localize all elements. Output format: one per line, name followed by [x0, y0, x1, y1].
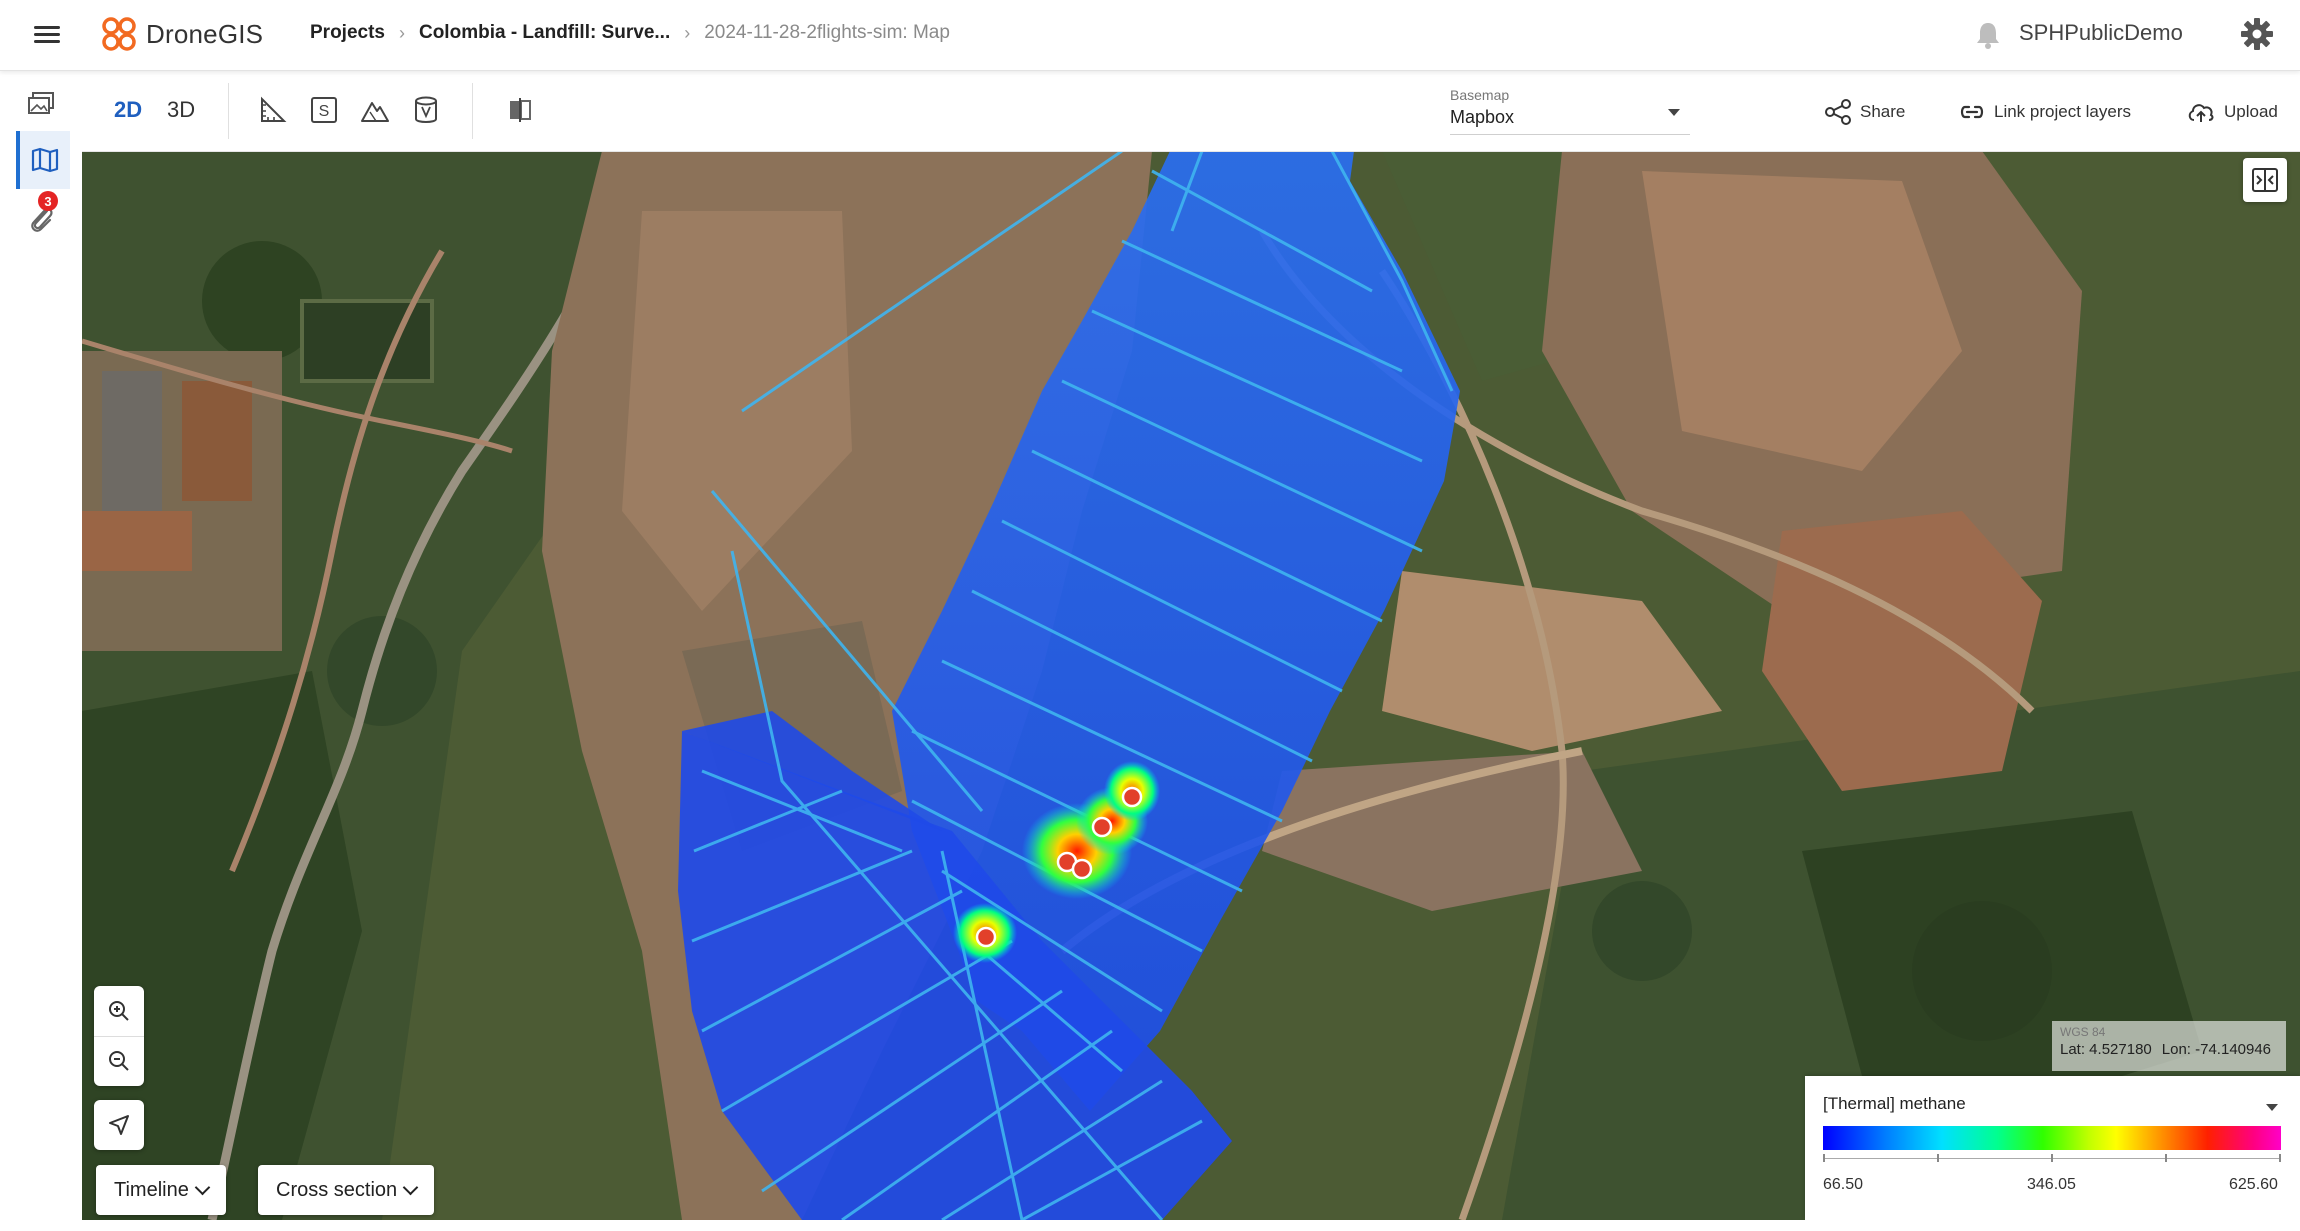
legend-tick	[1937, 1154, 1939, 1162]
link-icon	[1960, 105, 1984, 119]
chevron-down-icon	[1668, 109, 1680, 116]
breadcrumb-current: 2024-11-28-2flights-sim: Map	[704, 22, 950, 43]
legend-tick	[2051, 1154, 2053, 1162]
svg-text:S: S	[319, 103, 330, 120]
chevron-down-icon[interactable]	[2266, 1104, 2278, 1111]
elevation-profile-icon[interactable]	[360, 95, 390, 125]
legend-tick	[2279, 1154, 2281, 1162]
share-label: Share	[1860, 102, 1906, 121]
share-icon	[1825, 99, 1851, 125]
layers-icon	[28, 92, 54, 114]
basemap-select[interactable]: Basemap Mapbox	[1450, 87, 1690, 135]
toolbar-divider	[228, 83, 229, 139]
gear-icon[interactable]	[2240, 17, 2274, 51]
chevron-down-icon	[194, 1179, 211, 1196]
split-view-icon	[2252, 168, 2278, 192]
breadcrumb-project[interactable]: Colombia - Landfill: Surve...	[419, 22, 670, 44]
map-toolbar: 2D 3D S Basemap Mapbox Share Link projec…	[82, 71, 2300, 152]
zoom-out-button[interactable]	[94, 1035, 144, 1087]
user-menu[interactable]: SPHPublicDemo	[2019, 20, 2183, 46]
measure-distance-icon[interactable]	[258, 95, 288, 125]
bell-icon[interactable]	[1974, 20, 2002, 50]
rail-layers-button[interactable]	[16, 79, 66, 129]
map-canvas[interactable]: Timeline Cross section WGS 84 Lat: 4.527…	[82, 151, 2300, 1220]
chevron-right-icon: ›	[398, 22, 405, 43]
dronegis-logo-icon	[102, 17, 136, 51]
share-button[interactable]: Share	[1824, 98, 1905, 126]
menu-icon[interactable]	[34, 22, 60, 48]
legend-tick	[1823, 1154, 1825, 1162]
legend-layer-select[interactable]: [Thermal] methane	[1823, 1094, 2282, 1114]
legend-min-value: 66.50	[1823, 1176, 1864, 1193]
color-scale-bar	[1823, 1126, 2281, 1150]
link-project-layers-label: Link project layers	[1994, 102, 2132, 121]
legend-tick	[2165, 1154, 2167, 1162]
coordinate-readout: WGS 84 Lat: 4.527180 Lon: -74.140946	[2052, 1021, 2286, 1071]
map-icon	[31, 147, 59, 173]
app-name: DroneGIS	[146, 18, 264, 49]
latitude-value: Lat: 4.527180	[2060, 1041, 2152, 1058]
attachments-count-badge: 3	[38, 191, 58, 211]
legend-mid-value: 346.05	[2027, 1176, 2076, 1193]
basemap-label: Basemap	[1450, 87, 1510, 103]
toolbar-divider	[472, 83, 473, 139]
basemap-value: Mapbox	[1450, 107, 1515, 127]
legend-max-value: 625.60	[2229, 1176, 2278, 1193]
cloud-upload-icon	[2188, 104, 2214, 122]
zoom-controls	[94, 986, 144, 1086]
link-project-layers-button[interactable]: Link project layers	[1958, 98, 2131, 126]
measure-area-icon[interactable]: S	[309, 95, 339, 125]
satellite-imagery	[82, 151, 2300, 1220]
navigation-arrow-icon	[109, 1115, 129, 1135]
chevron-down-icon	[402, 1179, 419, 1196]
view-3d-toggle[interactable]: 3D	[167, 97, 195, 123]
zoom-in-button[interactable]	[94, 986, 144, 1036]
layer-legend: [Thermal] methane 66.50 346.05 625.60	[1805, 1076, 2300, 1220]
timeline-label: Timeline	[114, 1178, 189, 1201]
rail-map-button[interactable]	[16, 131, 70, 189]
split-view-button[interactable]	[2243, 158, 2287, 202]
left-rail: 3	[0, 71, 82, 1231]
longitude-value: Lon: -74.140946	[2161, 1041, 2272, 1058]
breadcrumb: Projects › Colombia - Landfill: Surve...…	[310, 22, 950, 44]
upload-button[interactable]: Upload	[2186, 98, 2278, 126]
rail-attachments-button[interactable]: 3	[16, 191, 66, 243]
zoom-in-icon	[109, 1000, 129, 1021]
coordinate-crs: WGS 84	[2060, 1025, 2106, 1039]
timeline-button[interactable]: Timeline	[96, 1165, 226, 1215]
cross-section-label: Cross section	[276, 1178, 398, 1201]
compare-layers-icon[interactable]	[506, 95, 536, 125]
cross-section-button[interactable]: Cross section	[258, 1165, 435, 1215]
upload-label: Upload	[2224, 102, 2278, 121]
chevron-right-icon: ›	[684, 22, 691, 43]
app-logo[interactable]: DroneGIS	[100, 14, 263, 54]
top-header: DroneGIS Projects › Colombia - Landfill:…	[0, 0, 2300, 71]
volume-icon[interactable]	[411, 95, 441, 125]
zoom-out-icon	[109, 1051, 129, 1071]
breadcrumb-projects[interactable]: Projects	[310, 22, 385, 44]
locate-button[interactable]	[94, 1100, 144, 1150]
view-2d-toggle[interactable]: 2D	[114, 97, 142, 123]
